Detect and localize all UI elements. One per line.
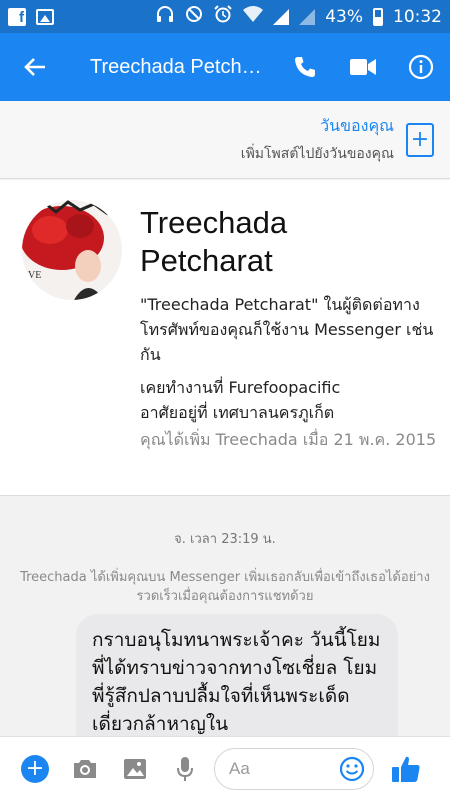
gallery-button[interactable]	[110, 744, 160, 794]
conversation-title[interactable]: Treechada Petch…	[70, 56, 276, 79]
like-button[interactable]	[380, 743, 432, 795]
your-day-subtitle: เพิ่มโพสต์ไปยังวันของคุณ	[240, 146, 394, 162]
location-info: อาศัยอยู่ที่ เทศบาลนครภูเก็ต	[140, 403, 335, 422]
avatar[interactable]: VE	[22, 200, 122, 300]
camera-button[interactable]	[60, 744, 110, 794]
headphones-icon	[155, 5, 175, 28]
contact-name-line1: Treechada	[140, 205, 288, 240]
plus-icon: +	[21, 754, 49, 783]
voice-button[interactable]	[160, 744, 210, 794]
message-input[interactable]	[229, 758, 339, 779]
work-info: เคยทำงานที่ Furefoopacific	[140, 378, 341, 397]
back-arrow-icon[interactable]	[0, 33, 70, 101]
contact-profile-card: VE Treechada Petcharat "Treechada Petcha…	[0, 180, 450, 496]
your-day-title[interactable]: วันของคุณ	[241, 114, 394, 139]
message-text: กราบอนุโมทนาพระเจ้าคะ วันนี้โยมพี่ได้ทรา…	[92, 629, 381, 735]
contact-name: Treechada Petcharat	[140, 204, 287, 280]
clock: 10:32	[393, 6, 442, 27]
message-timestamp: จ. เวลา 23:19 น.	[174, 532, 276, 547]
plus-icon: +	[410, 126, 430, 152]
signal-icon	[273, 8, 290, 25]
microphone-icon	[177, 756, 193, 781]
video-icon[interactable]	[334, 33, 392, 101]
added-date: คุณได้เพิ่ม Treechada เมื่อ 21 พ.ค. 2015	[140, 430, 437, 449]
phone-icon[interactable]	[276, 33, 334, 101]
contact-name-line2: Petcharat	[140, 243, 273, 278]
message-input-wrapper	[214, 747, 374, 790]
image-icon	[124, 758, 146, 779]
facebook-icon: f	[8, 7, 26, 26]
info-icon[interactable]	[392, 33, 450, 101]
contact-info: "Treechada Petcharat" ในผู้ติดต่อทางโทรศ…	[140, 292, 440, 452]
your-day-banner[interactable]: วันของคุณ เพิ่มโพสต์ไปยังวันของคุณ +	[0, 101, 450, 179]
app-bar: Treechada Petch…	[0, 33, 450, 101]
system-message: Treechada ได้เพิ่มคุณบน Messenger เพิ่มเ…	[20, 570, 430, 604]
add-story-button[interactable]: +	[406, 122, 434, 157]
signal-icon-2	[299, 8, 316, 25]
message-composer: +	[0, 736, 450, 800]
phone-contact-note: "Treechada Petcharat" ในผู้ติดต่อทางโทรศ…	[140, 295, 434, 364]
thumbs-up-icon	[392, 756, 420, 782]
wifi-icon	[243, 6, 264, 27]
camera-icon	[74, 759, 96, 778]
emoji-icon[interactable]	[339, 756, 365, 782]
battery-percent: 43%	[325, 6, 363, 27]
alarm-icon	[213, 5, 233, 28]
svg-text:VE: VE	[28, 270, 41, 281]
battery-icon	[373, 7, 383, 26]
dnd-icon	[185, 5, 203, 28]
more-actions-button[interactable]: +	[10, 744, 60, 794]
status-bar: f 43% 10:32	[0, 0, 450, 33]
gallery-icon	[36, 8, 54, 25]
